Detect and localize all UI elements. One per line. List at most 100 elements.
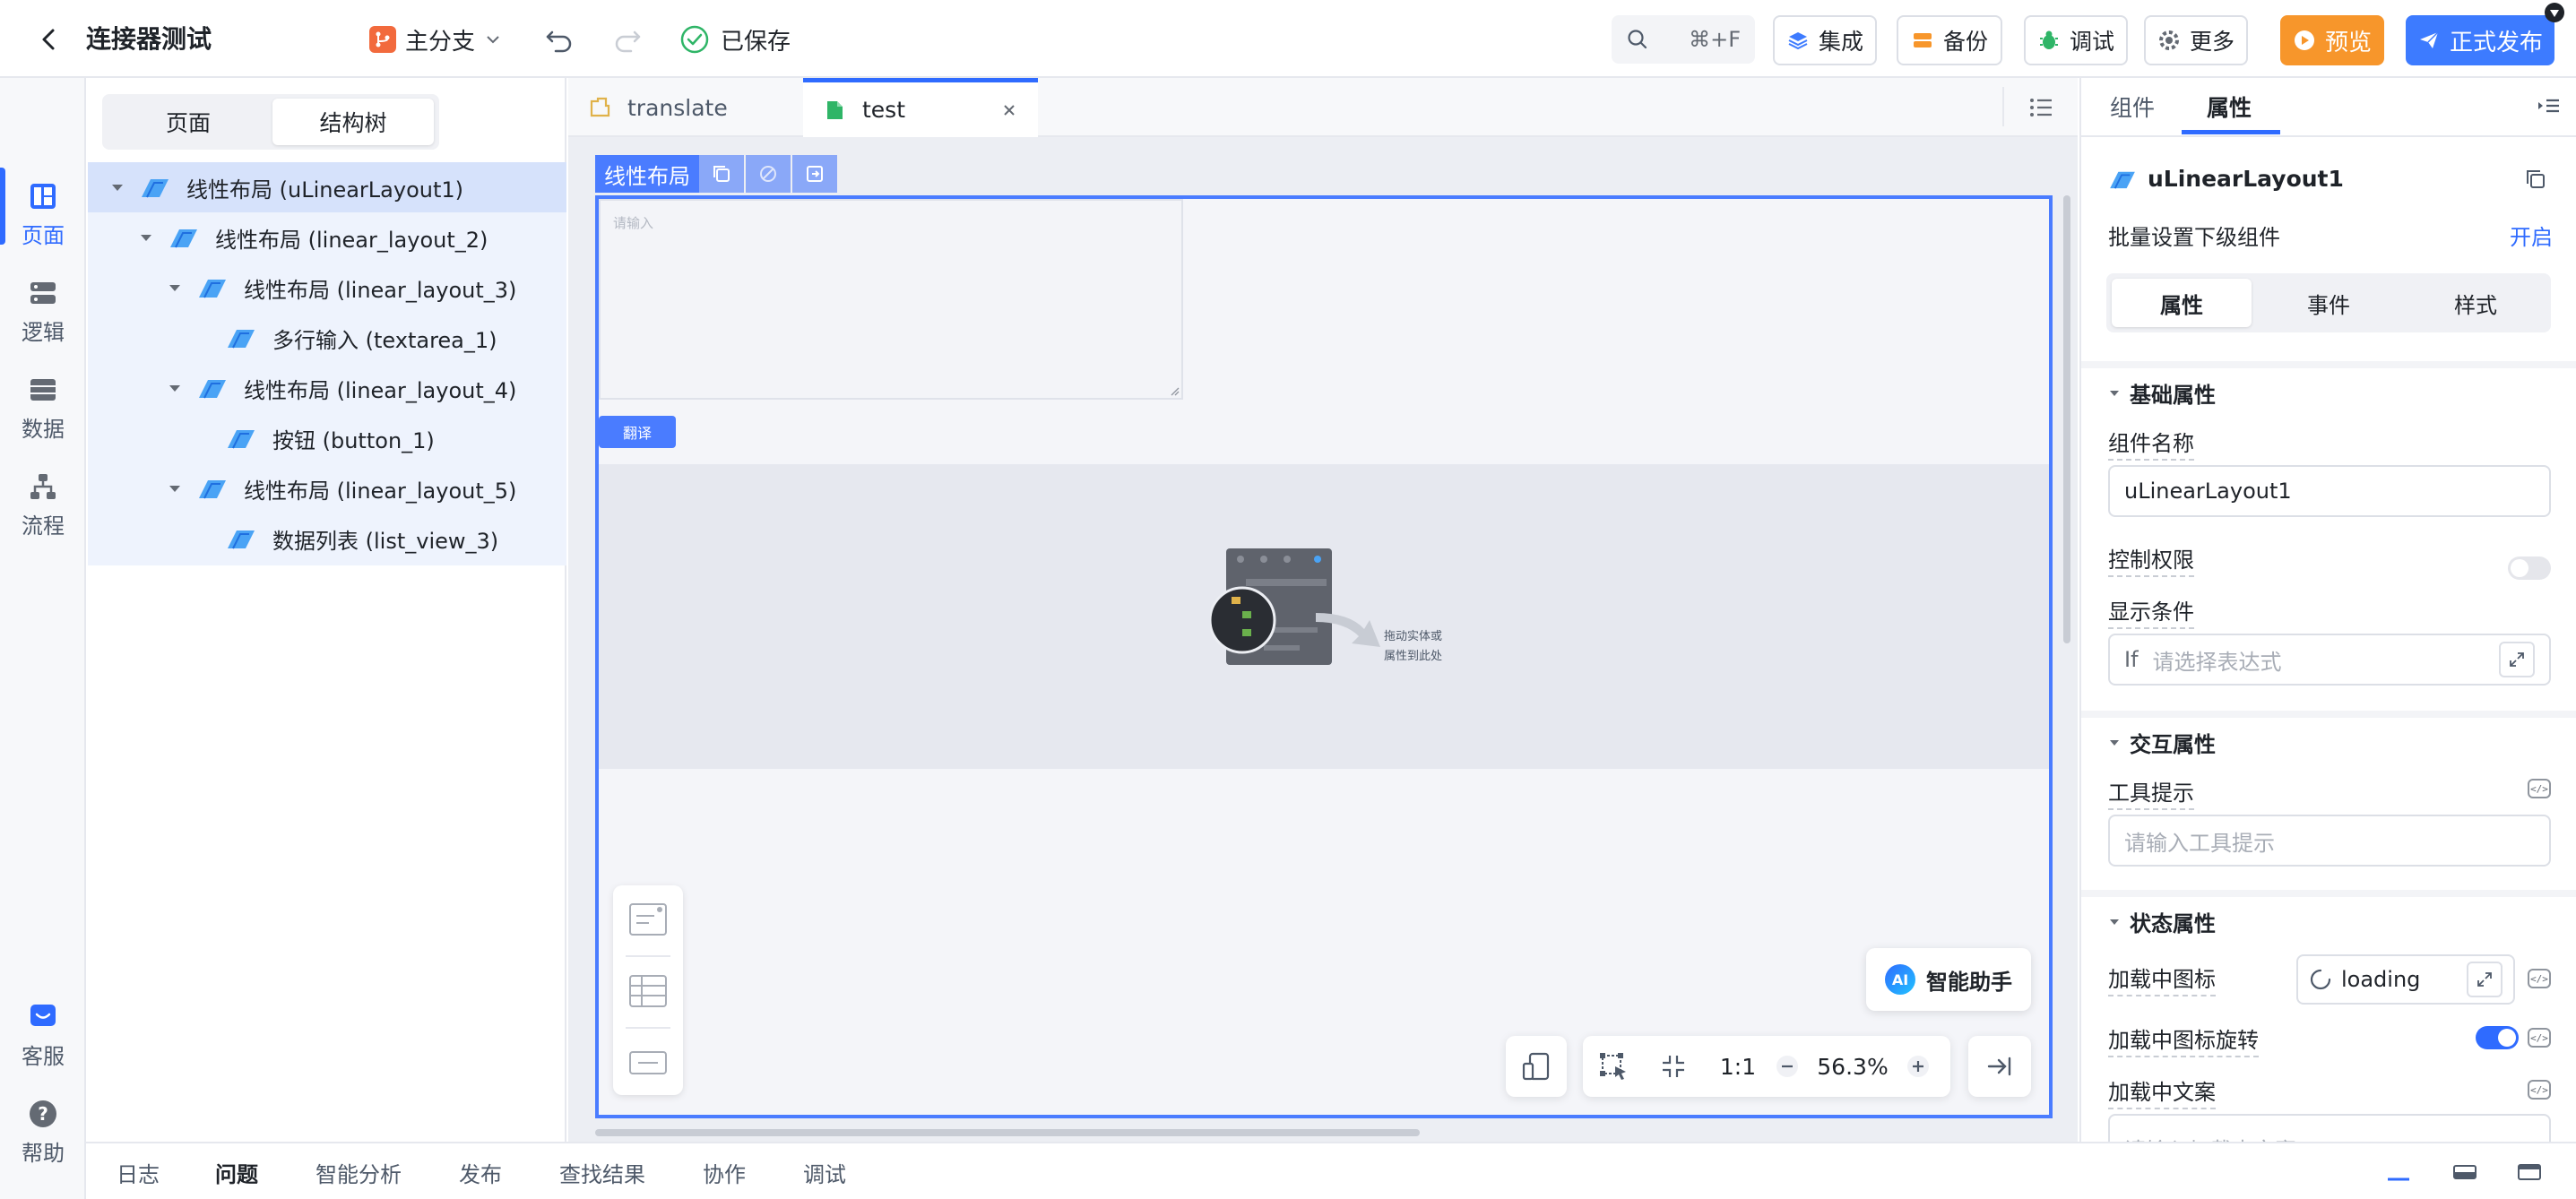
rail-item-page[interactable]: 页面	[0, 171, 86, 257]
tree-node[interactable]: 数据列表 (list_view_3)	[88, 513, 566, 564]
rail-item-support[interactable]: 客服	[0, 992, 86, 1078]
tab-pages[interactable]: 页面	[108, 99, 269, 145]
copy-icon[interactable]	[699, 155, 744, 193]
outline-list-icon[interactable]	[2027, 94, 2054, 121]
tab-translate-label: translate	[627, 94, 728, 121]
tree-node[interactable]: 线性布局 (uLinearLayout1)	[88, 162, 566, 212]
caret-down-icon[interactable]	[167, 480, 183, 496]
preview-button[interactable]: 预览	[2280, 15, 2384, 65]
tree-node[interactable]: 线性布局 (linear_layout_3)	[88, 263, 566, 313]
translate-button-preview[interactable]: 翻译	[599, 416, 676, 448]
bottom-tab-search-results[interactable]: 查找结果	[559, 1143, 645, 1199]
back-arrow-icon[interactable]	[34, 24, 65, 55]
more-button[interactable]: 更多	[2144, 15, 2248, 65]
help-icon: ?	[27, 1098, 59, 1130]
caret-down-icon[interactable]	[167, 280, 183, 296]
table-block-icon[interactable]	[627, 973, 669, 1009]
tree-node[interactable]: 线性布局 (linear_layout_4)	[88, 363, 566, 413]
tab-structure-tree[interactable]: 结构树	[272, 99, 434, 145]
tree-node[interactable]: 多行输入 (textarea_1)	[88, 313, 566, 363]
bottom-tab-collab[interactable]: 协作	[703, 1143, 746, 1199]
tab-attributes[interactable]: 属性	[2207, 78, 2252, 135]
tree-node[interactable]: 按钮 (button_1)	[88, 413, 566, 463]
select-frame-icon[interactable]	[1597, 1050, 1642, 1083]
resize-handle-icon[interactable]	[1169, 385, 1180, 396]
expand-icon[interactable]	[2499, 642, 2535, 677]
actual-size-button[interactable]: 1:1	[1705, 1054, 1771, 1080]
bottom-tab-analysis[interactable]: 智能分析	[316, 1143, 402, 1199]
section-interaction[interactable]: 交互属性	[2108, 727, 2216, 758]
condition-input[interactable]: If 请选择表达式	[2108, 634, 2551, 686]
redo-icon[interactable]	[611, 23, 644, 56]
loading-rotate-toggle[interactable]	[2476, 1026, 2519, 1049]
rail-item-flow[interactable]: 流程	[0, 461, 86, 548]
close-icon[interactable]	[1000, 101, 1018, 119]
fit-screen-icon[interactable]	[1642, 1052, 1705, 1081]
tree-node-label: 线性布局 (linear_layout_5)	[244, 478, 517, 504]
code-binding-icon[interactable]: </>	[2528, 779, 2551, 798]
panel-half-icon[interactable]	[2452, 1161, 2477, 1183]
zoom-in-icon[interactable]	[1902, 1054, 1934, 1079]
tooltip-input[interactable]: 请输入工具提示	[2108, 815, 2551, 867]
component-name-input[interactable]: uLinearLayout1	[2108, 465, 2551, 517]
rail-item-data[interactable]: 数据	[0, 365, 86, 451]
rail-item-logic[interactable]: 逻辑	[0, 268, 86, 354]
backup-button[interactable]: 备份	[1897, 15, 2002, 65]
bottom-tab-log[interactable]: 日志	[117, 1143, 160, 1199]
debug-button[interactable]: 调试	[2024, 15, 2128, 65]
loading-text-input[interactable]: 请输入加载中文案	[2108, 1114, 2551, 1142]
tab-test[interactable]: test	[803, 78, 1038, 137]
batch-enable-link[interactable]: 开启	[2510, 220, 2553, 251]
subtab-styles[interactable]: 样式	[2406, 279, 2546, 327]
caret-down-icon[interactable]	[109, 179, 125, 195]
undo-icon[interactable]	[543, 23, 575, 56]
branch-selector[interactable]: 主分支	[369, 20, 502, 59]
layout-node-icon	[140, 176, 170, 199]
list-node-icon	[226, 527, 256, 550]
section-basic[interactable]: 基础属性	[2108, 377, 2216, 409]
copy-icon[interactable]	[2524, 168, 2547, 191]
tab-component[interactable]: 组件	[2110, 78, 2155, 135]
device-switch-button[interactable]	[1506, 1036, 1567, 1097]
collapse-panel-button[interactable]	[1968, 1036, 2031, 1097]
component-name-label: 组件名称	[2108, 426, 2194, 461]
selection-label[interactable]: 线性布局	[595, 155, 699, 193]
code-binding-icon[interactable]: </>	[2528, 1080, 2551, 1100]
subtab-events[interactable]: 事件	[2259, 279, 2399, 327]
zoom-out-icon[interactable]	[1771, 1054, 1803, 1079]
delete-disabled-icon[interactable]	[746, 155, 791, 193]
button-block-icon[interactable]	[627, 1045, 669, 1081]
loading-icon-picker[interactable]: loading	[2296, 954, 2515, 1005]
bottom-tab-issues[interactable]: 问题	[215, 1143, 258, 1199]
caret-down-icon[interactable]	[167, 380, 183, 396]
tab-translate[interactable]: translate	[568, 78, 803, 137]
ai-assistant-button[interactable]: AI 智能助手	[1866, 948, 2031, 1011]
bottom-tab-publish[interactable]: 发布	[459, 1143, 502, 1199]
tree-node[interactable]: 线性布局 (linear_layout_2)	[88, 212, 566, 263]
expand-icon[interactable]	[2467, 962, 2503, 997]
code-binding-icon[interactable]: </>	[2528, 969, 2551, 988]
notification-badge-icon[interactable]	[2542, 0, 2567, 25]
caret-down-icon[interactable]	[138, 229, 154, 246]
select-parent-icon[interactable]	[792, 155, 837, 193]
section-state[interactable]: 状态属性	[2108, 906, 2216, 937]
subtab-properties[interactable]: 属性	[2112, 279, 2252, 327]
form-block-icon[interactable]	[627, 901, 669, 937]
bottom-tab-debug[interactable]: 调试	[803, 1143, 846, 1199]
canvas-horizontal-scrollbar[interactable]	[595, 1129, 1420, 1136]
permission-toggle[interactable]	[2508, 556, 2551, 580]
canvas-vertical-scrollbar[interactable]	[2063, 195, 2070, 643]
publish-button[interactable]: 正式发布	[2406, 15, 2554, 65]
panel-minimized-icon[interactable]	[2386, 1161, 2411, 1183]
code-binding-icon[interactable]: </>	[2528, 1028, 2551, 1048]
loading-text-label: 加载中文案	[2108, 1074, 2216, 1109]
structure-panel: 页面 结构树 线性布局 (uLinearLayout1) 线性布局 (linea…	[88, 78, 566, 1142]
tree-node[interactable]: 线性布局 (linear_layout_5)	[88, 463, 566, 513]
integrate-button[interactable]: 集成	[1773, 15, 1877, 65]
rail-item-help[interactable]: ? 帮助	[0, 1089, 86, 1175]
search-button[interactable]: ⌘+F	[1612, 15, 1755, 64]
textarea-preview[interactable]: 请输入	[599, 199, 1183, 400]
panel-max-icon[interactable]	[2517, 1161, 2542, 1183]
server-icon	[1911, 29, 1934, 52]
collapse-sidebar-icon[interactable]	[2535, 94, 2562, 121]
